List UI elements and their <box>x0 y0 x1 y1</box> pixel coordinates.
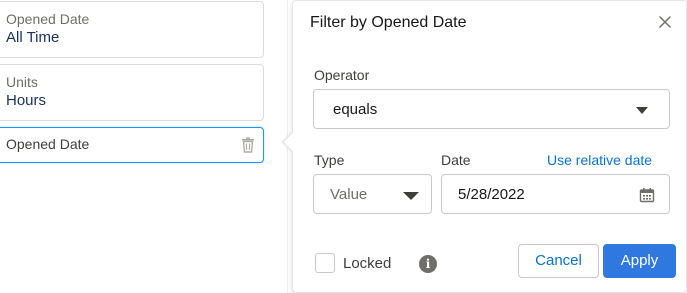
date-label: Date <box>441 152 471 168</box>
date-input[interactable]: 5/28/2022 <box>441 174 670 214</box>
operator-label: Operator <box>314 67 370 83</box>
calendar-icon[interactable] <box>639 187 655 203</box>
cancel-button[interactable]: Cancel <box>518 244 599 278</box>
filter-value: All Time <box>6 29 60 46</box>
filter-label: Units <box>6 74 38 90</box>
locked-checkbox[interactable] <box>315 253 335 273</box>
filter-popover: Filter by Opened Date Operator equals Ty… <box>292 0 687 293</box>
close-icon[interactable] <box>657 14 673 30</box>
type-value: Value <box>330 186 368 203</box>
operator-value: equals <box>333 101 378 118</box>
info-icon[interactable]: i <box>419 255 437 273</box>
filter-label: Opened Date <box>6 11 90 27</box>
date-value: 5/28/2022 <box>458 186 525 203</box>
type-label: Type <box>314 152 345 168</box>
filter-card-units[interactable]: Units Hours <box>0 64 264 121</box>
filter-label: Opened Date <box>6 136 90 152</box>
popover-title: Filter by Opened Date <box>310 14 467 31</box>
use-relative-date-link[interactable]: Use relative date <box>547 152 652 168</box>
locked-label: Locked <box>343 255 392 272</box>
filter-card-opened-date-selected[interactable]: Opened Date <box>0 127 264 163</box>
type-select[interactable]: Value <box>313 174 432 214</box>
chevron-down-icon <box>636 107 648 114</box>
filter-value: Hours <box>6 92 47 109</box>
chevron-down-icon <box>403 192 419 200</box>
operator-select[interactable]: equals <box>313 89 670 129</box>
filter-card-opened-date[interactable]: Opened Date All Time <box>0 1 264 58</box>
trash-icon[interactable] <box>241 137 255 153</box>
apply-button[interactable]: Apply <box>603 244 676 278</box>
